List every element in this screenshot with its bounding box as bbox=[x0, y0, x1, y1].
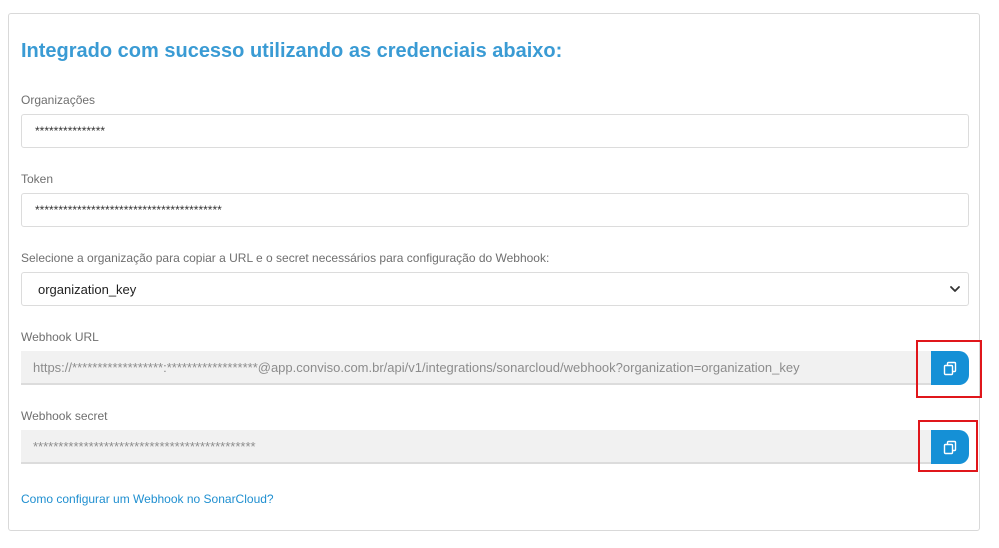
copy-icon bbox=[943, 361, 957, 376]
webhook-url-field[interactable]: https://******************:*************… bbox=[21, 351, 931, 385]
token-label: Token bbox=[21, 172, 54, 186]
copy-webhook-url-button[interactable] bbox=[931, 351, 969, 385]
webhook-secret-field[interactable]: ****************************************… bbox=[21, 430, 931, 464]
webhook-url-label: Webhook URL bbox=[21, 330, 99, 344]
organization-select-value: organization_key bbox=[38, 281, 137, 297]
sonarcloud-webhook-help-link[interactable]: Como configurar um Webhook no SonarCloud… bbox=[21, 492, 274, 506]
token-value: **************************************** bbox=[35, 203, 222, 217]
webhook-secret-label: Webhook secret bbox=[21, 409, 108, 423]
organization-select[interactable]: organization_key bbox=[21, 272, 969, 306]
chevron-down-icon bbox=[950, 286, 960, 292]
copy-icon bbox=[943, 440, 957, 455]
organizations-label: Organizações bbox=[21, 93, 96, 107]
webhook-url-value: https://******************:*************… bbox=[33, 359, 800, 375]
page-title: Integrado com sucesso utilizando as cred… bbox=[21, 40, 563, 62]
org-select-label: Selecione a organização para copiar a UR… bbox=[21, 251, 550, 265]
copy-webhook-secret-button[interactable] bbox=[931, 430, 969, 464]
organizations-value: *************** bbox=[35, 124, 106, 138]
webhook-secret-value: ****************************************… bbox=[33, 438, 256, 454]
organizations-field[interactable]: *************** bbox=[21, 114, 969, 148]
token-field[interactable]: **************************************** bbox=[21, 193, 969, 227]
